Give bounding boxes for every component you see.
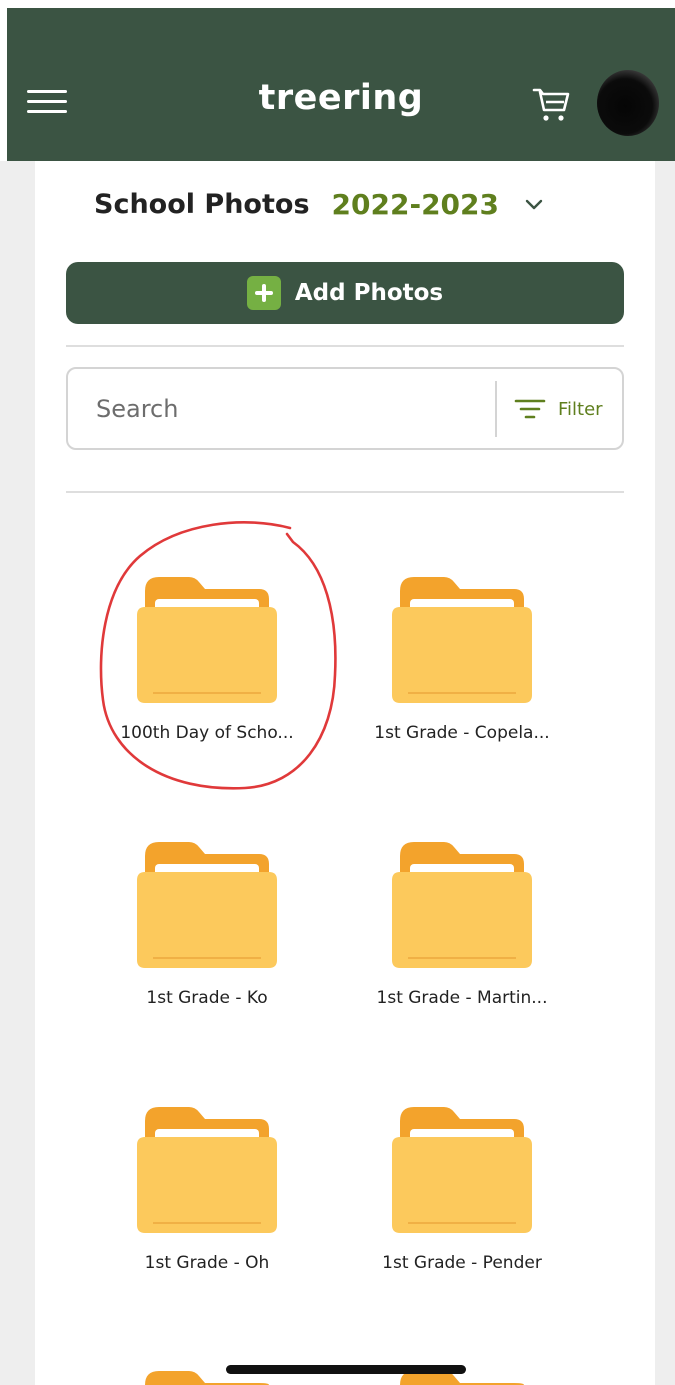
school-year-selector[interactable]: School Photos 2022-2023 [94, 182, 545, 226]
folder-name: 1st Grade - Ko [146, 988, 268, 1008]
folder-item[interactable]: 1st Grade - Martin... [337, 840, 587, 1050]
folder-name: 1st Grade - Pender [382, 1253, 542, 1273]
folder-name: 1st Grade - Martin... [376, 988, 548, 1008]
add-photos-label: Add Photos [294, 280, 444, 306]
shopping-cart-icon [532, 88, 570, 121]
cart-button[interactable] [530, 84, 574, 128]
divider [66, 345, 624, 347]
search-separator [495, 381, 497, 437]
search-bar: Filter [66, 367, 624, 450]
folder-item[interactable]: 100th Day of Scho... [82, 575, 332, 785]
right-gutter [655, 161, 675, 1385]
folder-item[interactable]: 1st Grade - Ko [82, 840, 332, 1050]
treering-logo[interactable]: treering [236, 78, 446, 128]
add-photos-button[interactable]: Add Photos [66, 262, 624, 324]
folder-icon [392, 577, 532, 703]
home-indicator [226, 1365, 466, 1374]
folder-name: 1st Grade - Oh [144, 1253, 270, 1273]
hamburger-menu-button[interactable] [27, 84, 71, 120]
folder-icon [137, 842, 277, 968]
divider [66, 491, 624, 493]
folder-item[interactable]: 1st Grade - Copela... [337, 575, 587, 785]
folder-name: 1st Grade - Copela... [374, 723, 550, 743]
user-avatar[interactable] [597, 70, 659, 136]
status-bar-area [0, 0, 675, 8]
search-input[interactable] [96, 387, 486, 431]
folder-icon [137, 577, 277, 703]
folder-name: 100th Day of Scho... [120, 723, 294, 743]
filter-label: Filter [558, 398, 603, 420]
folder-item[interactable]: 1st Grade - Oh [82, 1105, 332, 1315]
filter-button[interactable]: Filter [514, 389, 618, 429]
folder-icon [392, 842, 532, 968]
folder-icon [137, 1107, 277, 1233]
chevron-down-icon [525, 199, 543, 210]
folder-icon [392, 1107, 532, 1233]
folder-item[interactable]: 1st Grade - Pender [337, 1105, 587, 1315]
selected-year: 2022-2023 [331, 187, 499, 221]
left-gutter [0, 161, 35, 1385]
page-title: School Photos [94, 188, 310, 220]
hamburger-menu-icon [27, 90, 67, 93]
filter-lines-icon [514, 399, 546, 419]
plus-square-icon [246, 276, 281, 310]
